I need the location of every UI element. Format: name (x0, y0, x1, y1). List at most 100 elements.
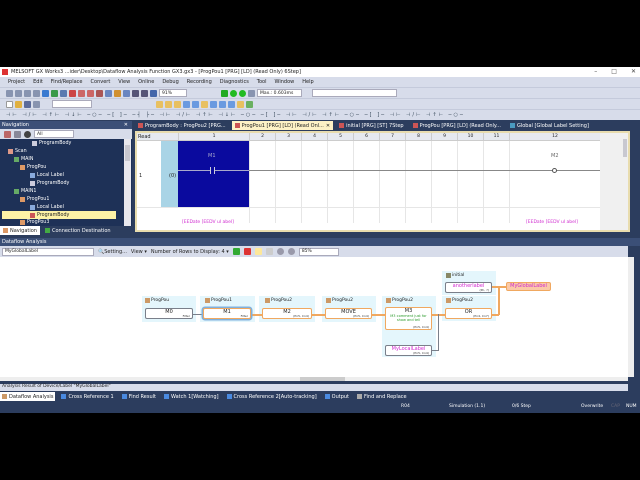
tree-item[interactable]: ProgPou1 (20, 195, 49, 203)
write-plc-icon[interactable] (42, 89, 49, 97)
ladder-editor[interactable]: Read 1 2 3 4 5 6 7 8 9 10 11 12 (0) 1 M1… (135, 131, 630, 232)
close-icon[interactable]: ✕ (631, 68, 636, 75)
tab-cross-reference-1[interactable]: Cross Reference 1 (59, 392, 115, 401)
node-anotherlabel[interactable]: anotherlabel (Pn, ?) (445, 282, 492, 293)
sim-settings-icon[interactable] (248, 89, 255, 97)
menu-tool[interactable]: Tool (257, 79, 267, 85)
tool-b-icon[interactable] (165, 100, 172, 108)
node-m2[interactable]: M2 (Pn5, Cn4) (262, 308, 312, 319)
toolbar-combo[interactable] (52, 100, 92, 108)
tree-item[interactable]: Local Label (30, 203, 64, 211)
tab-find-result[interactable]: Find Result (120, 392, 158, 401)
menu-convert[interactable]: Convert (91, 79, 111, 85)
tab-navigation[interactable]: Navigation (0, 226, 40, 235)
node-m0[interactable]: M0 Filter (145, 308, 193, 319)
collapse-icon[interactable] (14, 130, 21, 138)
tab-cross-reference-2[interactable]: Cross Reference 2[Auto-tracking] (225, 392, 319, 401)
new-icon[interactable] (6, 100, 13, 108)
tree-item[interactable]: ProgPou (20, 163, 46, 171)
tab-dataflow-analysis[interactable]: Dataflow Analysis (0, 392, 56, 401)
menu-online[interactable]: Online (138, 79, 154, 85)
tab-watch-1[interactable]: Watch 1[Watching] (162, 392, 221, 401)
zoom-combo[interactable]: 91% (159, 89, 187, 97)
tree-item[interactable]: Local Label (30, 171, 64, 179)
doc-tab[interactable]: initial [PRG] [ST] 7Step (336, 121, 406, 130)
canvas-vscrollbar[interactable] (628, 257, 634, 377)
run-icon[interactable] (221, 89, 228, 97)
tree-item[interactable]: MAIN (14, 155, 33, 163)
tool-k-icon[interactable] (246, 100, 253, 108)
node-move[interactable]: MOVE (Pn5, Cn4) (325, 308, 372, 319)
tree-item[interactable]: ProgPou3 (20, 219, 49, 226)
tool-c-icon[interactable] (174, 100, 181, 108)
ladder-scrollbar[interactable] (600, 133, 628, 230)
tab-connection-destination[interactable]: Connection Destination (42, 226, 114, 235)
gear-icon[interactable] (24, 130, 31, 138)
monitor-icon[interactable] (69, 89, 76, 97)
menu-help[interactable]: Help (302, 79, 313, 85)
node-or[interactable]: OR (Pn4, Cn7) (445, 308, 492, 319)
menu-project[interactable]: Project (8, 79, 25, 85)
save-icon[interactable] (24, 100, 31, 108)
maximize-icon[interactable]: □ (611, 68, 617, 75)
tree-item[interactable]: MAIN1 (14, 187, 36, 195)
tree-item[interactable]: Scan (8, 147, 27, 155)
zoom-out-icon[interactable] (287, 248, 295, 255)
doc-tab[interactable]: ProgPou [PRG] [LD] (Read Only... (410, 121, 504, 130)
tool-e-icon[interactable] (192, 100, 199, 108)
zoom-in-icon[interactable] (132, 89, 139, 97)
display-icon[interactable] (123, 89, 130, 97)
tree-scrollbar[interactable] (124, 139, 131, 226)
filter-combo[interactable]: All (34, 130, 74, 138)
verify-icon[interactable] (60, 89, 67, 97)
tree-item[interactable]: ProgramBody (30, 179, 69, 187)
copy-icon[interactable] (15, 89, 22, 97)
ladder-icon[interactable] (105, 89, 112, 97)
menu-recording[interactable]: Recording (187, 79, 212, 85)
paste-icon[interactable] (24, 89, 31, 97)
tool-j-icon[interactable] (237, 100, 244, 108)
device-icon[interactable] (78, 89, 85, 97)
tab-output[interactable]: Output (323, 392, 351, 401)
stop-sim-icon[interactable] (239, 89, 246, 97)
device3-icon[interactable] (96, 89, 103, 97)
tool-g-icon[interactable] (210, 100, 217, 108)
arrow-up-icon[interactable] (150, 89, 157, 97)
ladder-symbol-toolbar[interactable]: ⊣⊢ ⊣/⊢ ⊣↑⊢ ⊣↓⊢ ─○─ ─[ ]─ ─┤ ├─ ⊣⊢ ⊣/⊢ ⊣↑… (6, 112, 465, 118)
tool-i-icon[interactable] (228, 100, 235, 108)
target-label-combo[interactable]: MyGlobalLabel (2, 247, 94, 256)
tool-f-icon[interactable] (201, 100, 208, 108)
scan-time-combo[interactable]: Max.: 0.603ms (257, 89, 302, 97)
refresh-icon[interactable] (232, 248, 240, 255)
hand-icon[interactable] (265, 248, 273, 255)
node-mylocallabel[interactable]: MyLocalLabel (Pn5, Cn4) (385, 345, 432, 356)
dataflow-zoom-combo[interactable]: 85% (298, 247, 339, 256)
device2-icon[interactable] (87, 89, 94, 97)
node-mygloballabel[interactable]: MyGlobalLabel (506, 282, 551, 291)
tool-d-icon[interactable] (183, 100, 190, 108)
zoom-in-icon[interactable] (276, 248, 284, 255)
start-sim-icon[interactable] (230, 89, 237, 97)
menu-debug[interactable]: Debug (162, 79, 178, 85)
empty-combo[interactable] (312, 89, 397, 97)
canvas-hscrollbar[interactable] (0, 377, 628, 381)
tree-item[interactable]: ProgramBody (32, 139, 71, 147)
project-view-icon[interactable] (4, 130, 11, 138)
doc-tab-active[interactable]: ProgPou1 [PRG] [LD] (Read Onl... ✕ (231, 121, 334, 130)
cut-icon[interactable] (6, 89, 13, 97)
node-m1[interactable]: M1 Filter (203, 308, 251, 319)
tool-a-icon[interactable] (156, 100, 163, 108)
menu-find-replace[interactable]: Find/Replace (51, 79, 83, 85)
print-icon[interactable] (33, 100, 40, 108)
menu-view[interactable]: View (118, 79, 130, 85)
tool-h-icon[interactable] (219, 100, 226, 108)
view-menu[interactable]: View ▾ (131, 249, 147, 255)
rows-menu[interactable]: Number of Rows to Display: 4 ▾ (151, 249, 229, 255)
menu-diagnostics[interactable]: Diagnostics (220, 79, 249, 85)
zoom-out-icon[interactable] (141, 89, 148, 97)
close-icon[interactable]: ✕ (124, 122, 128, 128)
dataflow-canvas[interactable]: ProgPou ProgPou1 ProgPou2 ProgPou2 ProgP… (0, 257, 628, 381)
pointer-icon[interactable] (254, 248, 262, 255)
doc-tab[interactable]: ProgramBody : ProgPou2 [PRG... (135, 121, 229, 130)
selected-cell[interactable]: M1 (178, 141, 249, 207)
